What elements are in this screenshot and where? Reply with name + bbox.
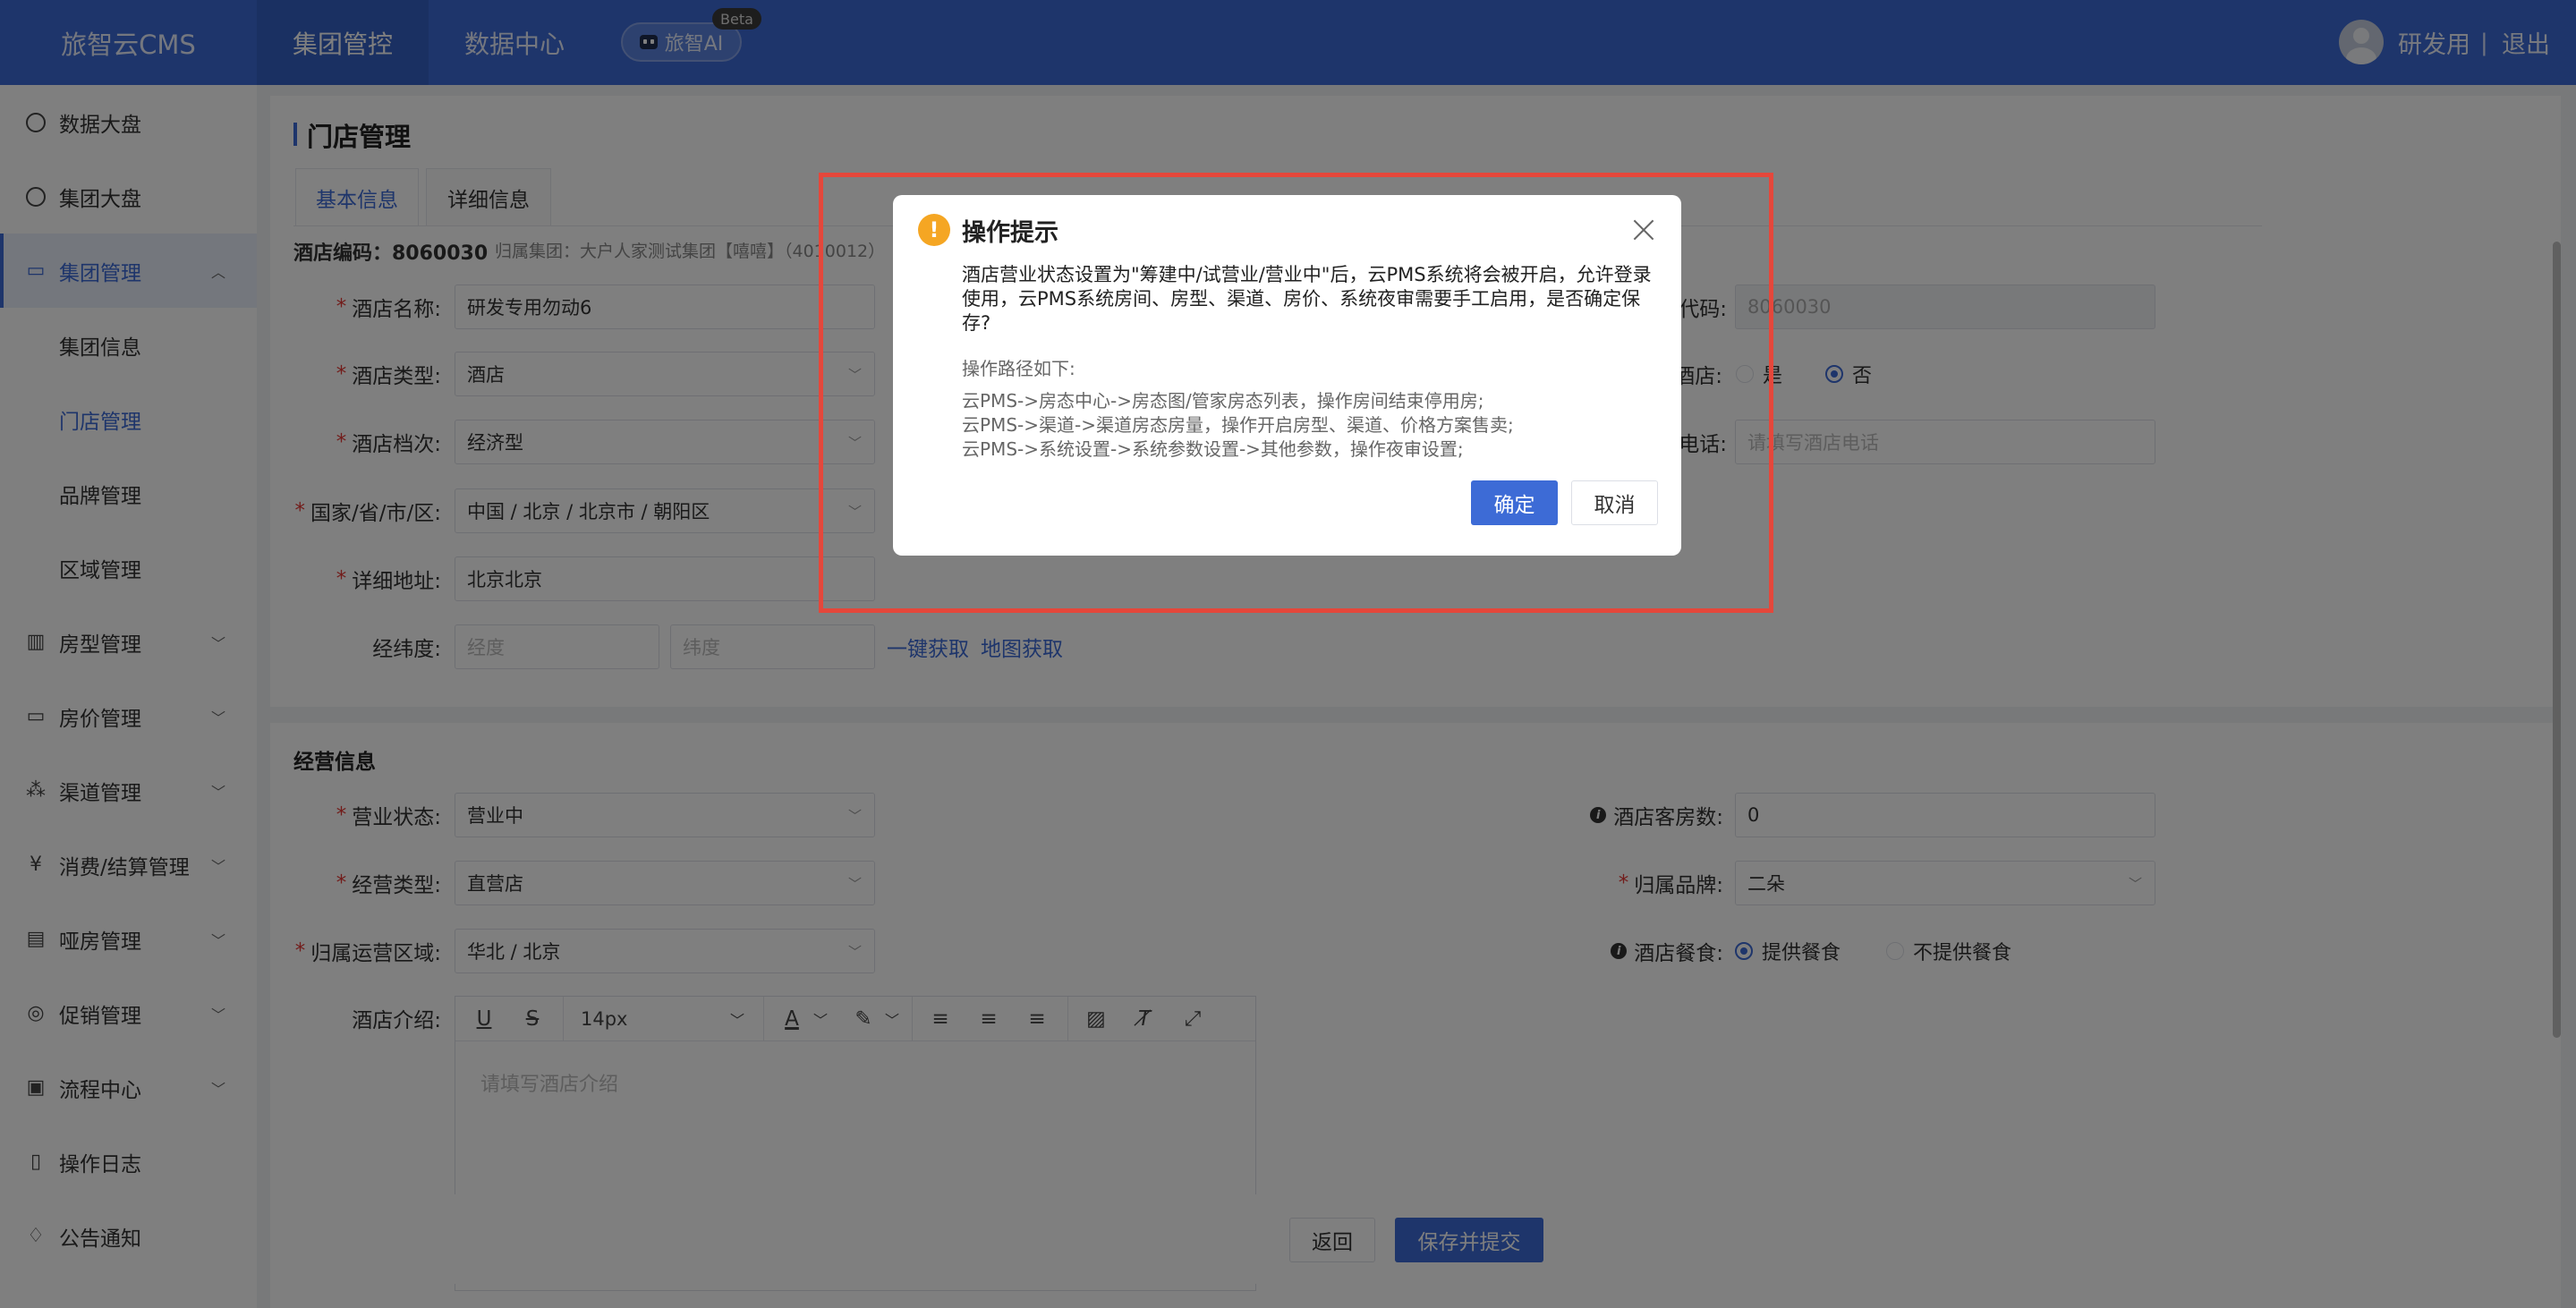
dialog-title: 操作提示 xyxy=(962,219,1058,247)
cancel-button[interactable]: 取消 xyxy=(1571,480,1658,525)
warning-icon: ! xyxy=(918,214,950,246)
confirm-dialog: ! 操作提示 酒店营业状态设置为"筹建中/试营业/营业中"后，云PMS系统将会被… xyxy=(893,195,1681,556)
close-icon[interactable] xyxy=(1628,215,1659,245)
path-line: 云PMS->系统设置->系统参数设置->其他参数，操作夜审设置; xyxy=(962,438,1464,460)
confirm-button[interactable]: 确定 xyxy=(1471,480,1558,525)
path-line: 云PMS->渠道->渠道房态房量，操作开启房型、渠道、价格方案售卖; xyxy=(962,414,1514,436)
path-line: 云PMS->房态中心->房态图/管家房态列表，操作房间结束停用房; xyxy=(962,390,1484,412)
path-title: 操作路径如下: xyxy=(962,358,1075,379)
dialog-message: 酒店营业状态设置为"筹建中/试营业/营业中"后，云PMS系统将会被开启，允许登录… xyxy=(962,264,1652,334)
